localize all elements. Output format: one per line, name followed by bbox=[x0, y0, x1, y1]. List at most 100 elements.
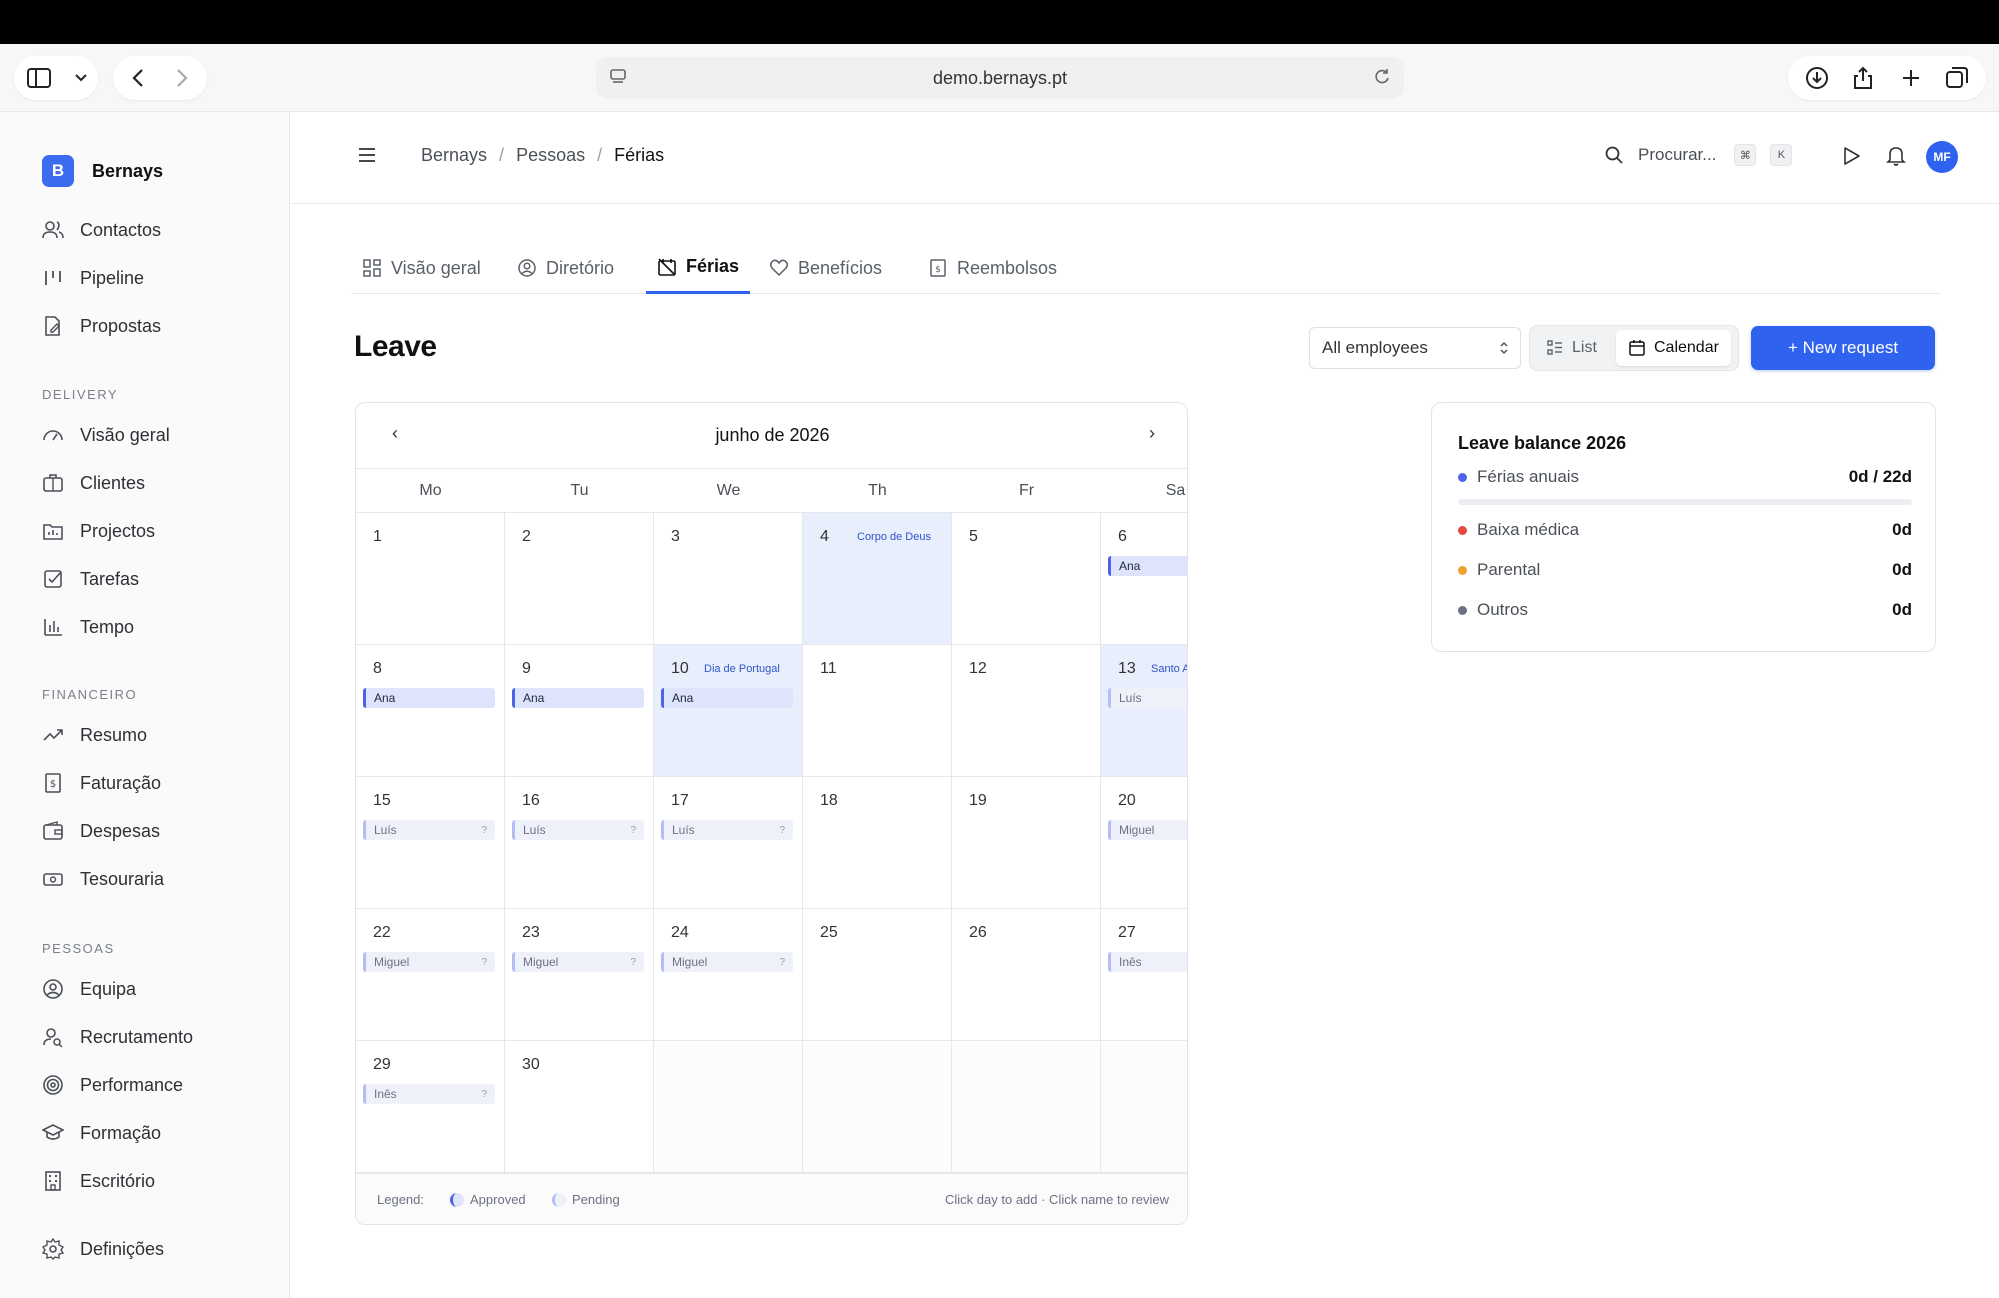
tabs-overview-icon[interactable] bbox=[1944, 65, 1970, 91]
calendar-day-cell[interactable]: 13 Santo António... Luís? bbox=[1101, 645, 1187, 777]
pending-marker: ? bbox=[779, 956, 785, 968]
sidebar-item-formacao[interactable]: Formação bbox=[42, 1119, 161, 1147]
bell-icon[interactable] bbox=[1886, 145, 1906, 172]
tab-reembolsos[interactable]: $ Reembolsos bbox=[917, 242, 1068, 294]
calendar-day-cell[interactable]: 22 Miguel? bbox=[356, 909, 505, 1041]
sidebar-item-resumo[interactable]: Resumo bbox=[42, 721, 147, 749]
leave-event-employee: Ana bbox=[374, 691, 396, 705]
day-number: 6 bbox=[1118, 528, 1127, 545]
legend-pending-swatch bbox=[552, 1192, 566, 1207]
calendar-day-cell[interactable]: 5 bbox=[952, 513, 1101, 645]
calendar-day-cell[interactable]: 18 bbox=[803, 777, 952, 909]
leave-event-employee: Luís bbox=[672, 823, 695, 837]
day-number: 8 bbox=[373, 660, 382, 677]
sidebar-toggle-icon[interactable] bbox=[26, 65, 52, 91]
calendar-day-cell[interactable]: 3 bbox=[654, 513, 803, 645]
new-request-button[interactable]: + New request bbox=[1751, 326, 1935, 370]
calendar-day-cell[interactable]: 6 Ana bbox=[1101, 513, 1187, 645]
sidebar-item-pipeline[interactable]: Pipeline bbox=[42, 264, 144, 292]
leave-event-pending[interactable]: Luís? bbox=[661, 820, 793, 840]
calendar-day-cell[interactable]: 25 bbox=[803, 909, 952, 1041]
view-calendar-button[interactable]: Calendar bbox=[1616, 330, 1731, 366]
workspace-switcher[interactable]: B Bernays bbox=[42, 155, 163, 187]
forward-icon[interactable] bbox=[169, 65, 195, 91]
view-list-button[interactable]: List bbox=[1534, 330, 1609, 366]
sidebar-item-definicoes[interactable]: Definições bbox=[42, 1235, 164, 1263]
sidebar-item-contactos[interactable]: Contactos bbox=[42, 216, 161, 244]
calendar-day-cell[interactable]: 2 bbox=[505, 513, 654, 645]
calendar-day-cell[interactable]: 29 Inês? bbox=[356, 1041, 505, 1173]
share-icon[interactable] bbox=[1850, 65, 1876, 91]
tab-diretorio[interactable]: Diretório bbox=[506, 242, 625, 294]
calendar-day-cell[interactable]: 27 Inês? bbox=[1101, 909, 1187, 1041]
search-button[interactable]: Procurar... ⌘ K bbox=[1604, 144, 1793, 166]
calendar-day-cell[interactable]: 20 Miguel? bbox=[1101, 777, 1187, 909]
sidebar-item-performance[interactable]: Performance bbox=[42, 1071, 183, 1099]
leave-event-pending[interactable]: Luís? bbox=[1108, 688, 1187, 708]
employee-filter-value: All employees bbox=[1322, 338, 1428, 357]
calendar-day-cell[interactable]: 1 bbox=[356, 513, 505, 645]
day-number: 11 bbox=[820, 660, 837, 677]
calendar-day-cell[interactable]: 4 Corpo de Deus bbox=[803, 513, 952, 645]
breadcrumb-item-pessoas[interactable]: Pessoas bbox=[516, 145, 585, 166]
tab-ferias[interactable]: Férias bbox=[646, 242, 751, 294]
tab-visao-geral[interactable]: Visão geral bbox=[351, 242, 492, 294]
sidebar-item-projectos[interactable]: Projectos bbox=[42, 517, 155, 545]
leave-event-approved[interactable]: Ana bbox=[1108, 556, 1187, 576]
address-bar[interactable]: demo.bernays.pt bbox=[596, 57, 1404, 99]
back-icon[interactable] bbox=[125, 65, 151, 91]
next-month-button[interactable]: › bbox=[1140, 423, 1164, 444]
leave-event-approved[interactable]: Ana bbox=[363, 688, 495, 708]
calendar-day-cell[interactable]: 24 Miguel? bbox=[654, 909, 803, 1041]
calendar-day-cell[interactable]: 26 bbox=[952, 909, 1101, 1041]
reload-icon[interactable] bbox=[1372, 67, 1392, 92]
calendar-day-cell[interactable]: 8 Ana bbox=[356, 645, 505, 777]
play-icon[interactable] bbox=[1841, 146, 1861, 171]
sidebar-item-despesas[interactable]: Despesas bbox=[42, 817, 160, 845]
leave-event-pending[interactable]: Miguel? bbox=[363, 952, 495, 972]
sidebar-item-visao-geral[interactable]: Visão geral bbox=[42, 421, 170, 449]
sidebar-item-tesouraria[interactable]: Tesouraria bbox=[42, 865, 164, 893]
sidebar-item-clientes[interactable]: Clientes bbox=[42, 469, 145, 497]
calendar-day-cell[interactable]: 12 bbox=[952, 645, 1101, 777]
chevron-down-icon[interactable] bbox=[68, 65, 94, 91]
sidebar-toggle-group[interactable] bbox=[14, 56, 98, 100]
sidebar-item-faturacao[interactable]: $ Faturação bbox=[42, 769, 161, 797]
legend-pending: Pending bbox=[552, 1192, 620, 1207]
sidebar-item-tarefas[interactable]: Tarefas bbox=[42, 565, 139, 593]
calendar-day-cell[interactable]: 11 bbox=[803, 645, 952, 777]
menu-icon[interactable] bbox=[357, 146, 377, 169]
bar-chart-icon bbox=[44, 619, 62, 636]
calendar-day-cell[interactable]: 15 Luís? bbox=[356, 777, 505, 909]
sidebar-item-propostas[interactable]: Propostas bbox=[42, 312, 161, 340]
leave-event-pending[interactable]: Miguel? bbox=[1108, 820, 1187, 840]
leave-event-pending[interactable]: Miguel? bbox=[661, 952, 793, 972]
leave-event-pending[interactable]: Inês? bbox=[1108, 952, 1187, 972]
employee-filter-select[interactable]: All employees bbox=[1309, 327, 1521, 369]
calendar-day-cell[interactable]: 9 Ana bbox=[505, 645, 654, 777]
page-settings-icon[interactable] bbox=[608, 67, 628, 92]
avatar[interactable]: MF bbox=[1926, 141, 1958, 173]
sidebar-item-label: Escritório bbox=[80, 1170, 156, 1191]
leave-event-approved[interactable]: Ana bbox=[512, 688, 644, 708]
sidebar-item-escritorio[interactable]: Escritório bbox=[42, 1167, 155, 1195]
calendar-day-cell[interactable]: 16 Luís? bbox=[505, 777, 654, 909]
leave-event-approved[interactable]: Ana bbox=[661, 688, 793, 708]
sidebar-item-recrutamento[interactable]: Recrutamento bbox=[42, 1023, 193, 1051]
tab-beneficios[interactable]: Benefícios bbox=[758, 242, 893, 294]
leave-event-pending[interactable]: Miguel? bbox=[512, 952, 644, 972]
calendar-day-cell[interactable]: 23 Miguel? bbox=[505, 909, 654, 1041]
new-tab-icon[interactable] bbox=[1898, 65, 1924, 91]
download-icon[interactable] bbox=[1804, 65, 1830, 91]
leave-event-pending[interactable]: Inês? bbox=[363, 1084, 495, 1104]
sidebar-item-equipa[interactable]: Equipa bbox=[42, 975, 136, 1003]
calendar-day-cell[interactable]: 19 bbox=[952, 777, 1101, 909]
leave-event-pending[interactable]: Luís? bbox=[363, 820, 495, 840]
leave-event-pending[interactable]: Luís? bbox=[512, 820, 644, 840]
calendar-day-cell[interactable]: 30 bbox=[505, 1041, 654, 1173]
breadcrumb-item-bernays[interactable]: Bernays bbox=[421, 145, 487, 166]
status-dot bbox=[1458, 525, 1467, 535]
calendar-day-cell[interactable]: 17 Luís? bbox=[654, 777, 803, 909]
calendar-day-cell[interactable]: 10 Dia de Portugal Ana bbox=[654, 645, 803, 777]
sidebar-item-tempo[interactable]: Tempo bbox=[42, 613, 134, 641]
